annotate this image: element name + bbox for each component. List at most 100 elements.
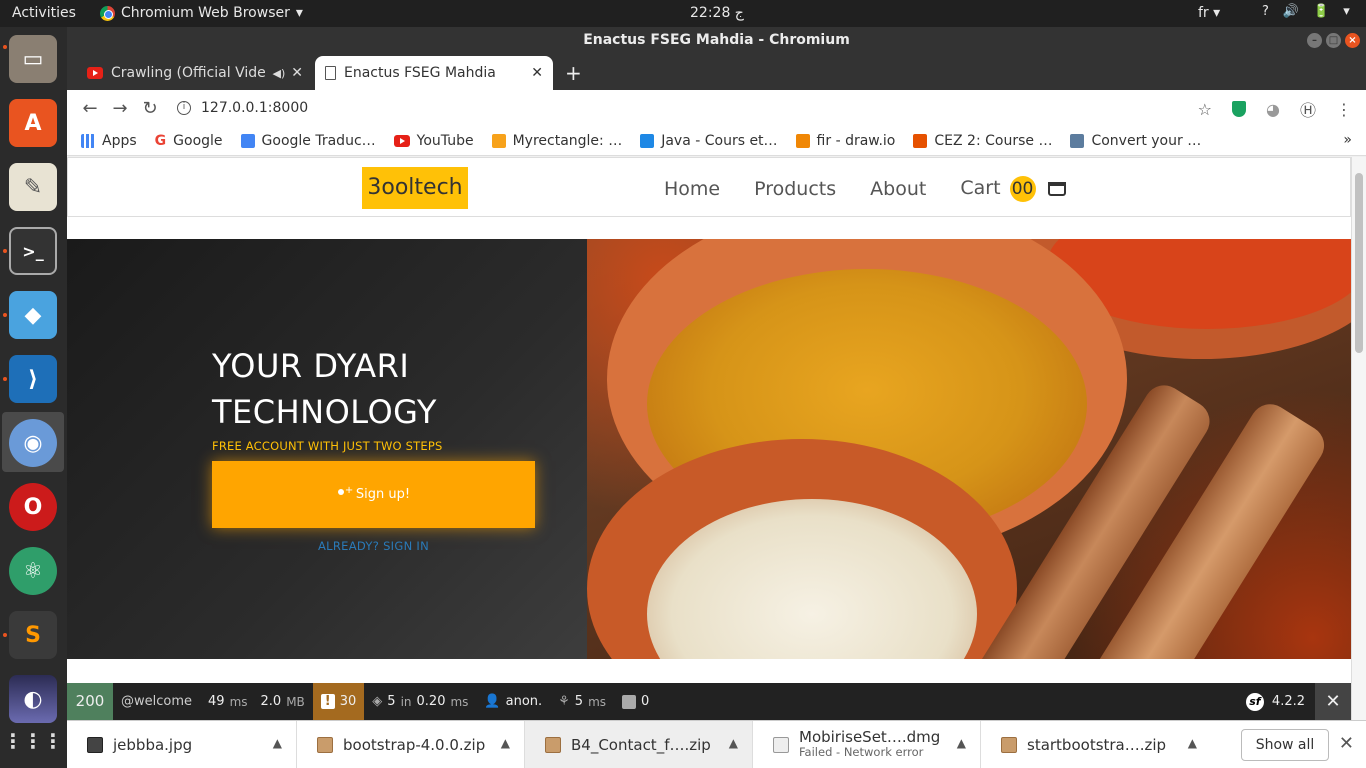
- audio-icon[interactable]: ◀): [273, 67, 286, 80]
- chevron-up-icon[interactable]: ▲: [501, 736, 510, 750]
- bookmark-myrectangle[interactable]: Myrectangle: …: [491, 132, 623, 149]
- bookmark-drawio[interactable]: fir - draw.io: [795, 133, 895, 149]
- archive-file-icon: [545, 736, 561, 753]
- download-item[interactable]: MobiriseSet….dmg Failed - Network error …: [753, 720, 981, 768]
- user-plus-icon: [337, 485, 353, 500]
- window-titlebar: Enactus FSEG Mahdia - Chromium – □ ×: [67, 27, 1366, 54]
- download-filename: jebbba.jpg: [113, 735, 193, 754]
- nav-cart[interactable]: Cart 00: [960, 176, 1066, 202]
- reload-icon[interactable]: ↻: [135, 98, 165, 119]
- eclipse-icon[interactable]: ◐: [9, 675, 57, 723]
- user-panel[interactable]: 👤 anon.: [476, 683, 550, 720]
- chevron-up-icon[interactable]: ▲: [729, 736, 738, 750]
- atom-icon[interactable]: ⚛: [9, 547, 57, 595]
- close-icon[interactable]: ✕: [531, 65, 543, 81]
- nav-products[interactable]: Products: [754, 178, 836, 200]
- download-filename: startbootstra….zip: [1027, 735, 1167, 754]
- url-text: 127.0.0.1:8000: [201, 100, 309, 116]
- apps-grid-icon: [81, 133, 95, 148]
- chevron-up-icon[interactable]: ▲: [957, 736, 966, 750]
- extension-gauge-icon[interactable]: ◕: [1266, 100, 1280, 119]
- window-title: Enactus FSEG Mahdia - Chromium: [583, 32, 850, 48]
- battery-icon: 🔋: [1313, 4, 1330, 19]
- system-tray[interactable]: ? 🔊 🔋 ▾: [1262, 4, 1350, 19]
- tab-enactus[interactable]: Enactus FSEG Mahdia ✕: [315, 56, 553, 90]
- timing-info[interactable]: 49 ms 2.0 MB: [200, 683, 313, 720]
- cache-panel[interactable]: ◈ 5 in 0.20 ms: [364, 683, 476, 720]
- extension-h-icon[interactable]: Ⓗ: [1300, 97, 1316, 121]
- app-menu[interactable]: Chromium Web Browser ▾: [100, 5, 303, 21]
- back-icon[interactable]: ←: [75, 98, 105, 119]
- symfony-logo-icon: sf: [1245, 692, 1264, 711]
- status-code[interactable]: 200: [67, 683, 113, 720]
- vscode-icon[interactable]: ⟩: [9, 355, 57, 403]
- show-all-button[interactable]: Show all: [1241, 729, 1329, 761]
- scrollbar-thumb[interactable]: [1355, 173, 1363, 353]
- text-editor-icon[interactable]: ✎: [9, 163, 57, 211]
- terminal-icon[interactable]: >_: [9, 227, 57, 275]
- twig-panel[interactable]: ⚘ 5 ms: [550, 683, 614, 720]
- clock[interactable]: 22:28 ج: [690, 5, 744, 21]
- extension-shield-icon[interactable]: [1232, 101, 1247, 117]
- activities-button[interactable]: Activities: [12, 5, 76, 21]
- bookmark-label: Myrectangle: …: [512, 132, 623, 149]
- toolbar-actions: ☆ ◕ Ⓗ ⋮: [1198, 97, 1352, 121]
- bookmark-java[interactable]: Java - Cours et…: [640, 132, 778, 149]
- cache-unit: ms: [450, 694, 469, 709]
- close-icon[interactable]: ✕: [1339, 733, 1354, 754]
- bookmarks-overflow-icon[interactable]: »: [1343, 132, 1352, 148]
- chevron-up-icon[interactable]: ▲: [1188, 736, 1197, 750]
- site-brand[interactable]: 3ooltech: [362, 167, 468, 209]
- hero-panel: YOUR DYARI TECHNOLOGY FREE ACCOUNT WITH …: [67, 239, 587, 659]
- warnings-panel[interactable]: ! 30: [312, 683, 365, 720]
- opera-icon[interactable]: O: [9, 483, 57, 531]
- bookmark-convert[interactable]: Convert your …: [1070, 133, 1201, 149]
- download-item[interactable]: bootstrap-4.0.0.zip ▲: [297, 720, 525, 768]
- myrectangle-icon: [491, 133, 506, 148]
- bookmark-apps[interactable]: Apps: [81, 133, 137, 149]
- forward-icon[interactable]: →: [105, 98, 135, 119]
- language-indicator[interactable]: fr ▾: [1198, 5, 1220, 21]
- bookmark-google-translate[interactable]: Google Traduc…: [240, 133, 376, 149]
- download-item[interactable]: startbootstra….zip ▲: [981, 721, 1211, 768]
- route-info[interactable]: @welcome: [113, 683, 200, 720]
- symfony-version[interactable]: sf 4.2.2: [1245, 683, 1305, 720]
- nav-about[interactable]: About: [870, 178, 926, 200]
- qt-creator-icon[interactable]: ◆: [9, 291, 57, 339]
- download-item[interactable]: jebbba.jpg ▲: [67, 720, 297, 768]
- menu-icon[interactable]: ⋮: [1336, 100, 1352, 119]
- info-icon[interactable]: i: [177, 101, 191, 115]
- forms-panel[interactable]: 0: [614, 683, 657, 720]
- bookmark-label: Java - Cours et…: [661, 132, 778, 149]
- files-icon[interactable]: ▭: [9, 35, 57, 83]
- maximize-icon[interactable]: □: [1326, 33, 1341, 48]
- bookmark-cez[interactable]: CEZ 2: Course …: [913, 133, 1052, 149]
- signin-link[interactable]: ALREADY? SIGN IN: [212, 539, 535, 553]
- window-controls: – □ ×: [1307, 33, 1360, 48]
- nav-home[interactable]: Home: [664, 178, 720, 200]
- download-item[interactable]: B4_Contact_f….zip ▲: [525, 720, 753, 768]
- bookmark-google[interactable]: G Google: [155, 133, 223, 149]
- close-icon[interactable]: ✕: [291, 65, 303, 81]
- minimize-icon[interactable]: –: [1307, 33, 1322, 48]
- close-icon[interactable]: ×: [1345, 33, 1360, 48]
- running-indicator: [3, 313, 7, 317]
- cart-count-badge: 00: [1009, 176, 1036, 202]
- running-indicator: [3, 45, 7, 49]
- bookmark-label: Google: [173, 132, 223, 149]
- address-bar[interactable]: i 127.0.0.1:8000: [177, 94, 1217, 122]
- sublime-text-icon[interactable]: S: [9, 611, 57, 659]
- user-name: anon.: [505, 694, 543, 709]
- software-center-icon[interactable]: A: [9, 99, 57, 147]
- chromium-icon[interactable]: ◉: [9, 419, 57, 467]
- new-tab-icon[interactable]: +: [565, 61, 582, 85]
- chevron-up-icon[interactable]: ▲: [273, 736, 282, 750]
- page-scrollbar[interactable]: [1351, 157, 1366, 720]
- forms-count: 0: [641, 694, 650, 709]
- close-icon[interactable]: ✕: [1315, 683, 1351, 720]
- signup-button[interactable]: Sign up!: [212, 461, 535, 528]
- bookmark-star-icon[interactable]: ☆: [1198, 100, 1212, 119]
- tab-youtube[interactable]: Crawling (Official Vide ◀) ✕: [77, 56, 313, 90]
- show-applications-icon[interactable]: ⋮⋮⋮: [3, 717, 63, 765]
- bookmark-youtube[interactable]: YouTube: [393, 133, 474, 149]
